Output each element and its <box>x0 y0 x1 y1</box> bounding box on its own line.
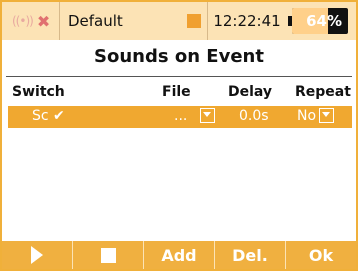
repeat-dropdown-icon[interactable] <box>319 108 334 123</box>
radio-signal-icon: ((•)) <box>12 14 34 28</box>
file-value[interactable]: ... <box>174 108 187 124</box>
file-dropdown-icon[interactable] <box>200 108 215 123</box>
status-icons: ((•)) ✖ <box>2 2 60 40</box>
title-divider <box>6 76 352 77</box>
header-switch: Switch <box>12 84 65 100</box>
play-icon <box>31 246 43 264</box>
battery-body: 64% <box>292 8 348 34</box>
delay-value[interactable]: 0.0s <box>239 108 269 124</box>
switch-value[interactable]: Sc ✔ <box>32 108 65 124</box>
table-row[interactable]: Sc ✔ ... 0.0s No <box>8 106 352 128</box>
status-square-icon <box>187 14 201 28</box>
table-header: Switch File Delay Repeat <box>2 84 356 104</box>
header-repeat: Repeat <box>295 84 351 100</box>
model-name-cell[interactable]: Default <box>60 2 208 40</box>
header-delay: Delay <box>228 84 273 100</box>
battery-percent: 64% <box>306 12 342 30</box>
page-title: Sounds on Event <box>94 46 264 67</box>
bottom-toolbar: Add Del. Ok <box>2 241 356 269</box>
add-button[interactable]: Add <box>144 241 215 269</box>
status-bar: ((•)) ✖ Default 12:22:41 64% <box>2 2 356 40</box>
play-button[interactable] <box>2 241 73 269</box>
battery-indicator: 64% <box>288 8 350 34</box>
stop-icon <box>100 247 116 263</box>
screen-frame: ((•)) ✖ Default 12:22:41 64% Sounds on E… <box>0 0 358 271</box>
ok-button[interactable]: Ok <box>286 241 356 269</box>
time-text: 12:22:41 <box>213 12 281 30</box>
close-icon: ✖ <box>36 11 51 31</box>
repeat-value[interactable]: No <box>297 108 316 124</box>
model-name: Default <box>68 12 123 30</box>
header-file: File <box>162 84 191 100</box>
clock: 12:22:41 <box>208 2 286 40</box>
delete-button[interactable]: Del. <box>215 241 286 269</box>
stop-button[interactable] <box>73 241 144 269</box>
